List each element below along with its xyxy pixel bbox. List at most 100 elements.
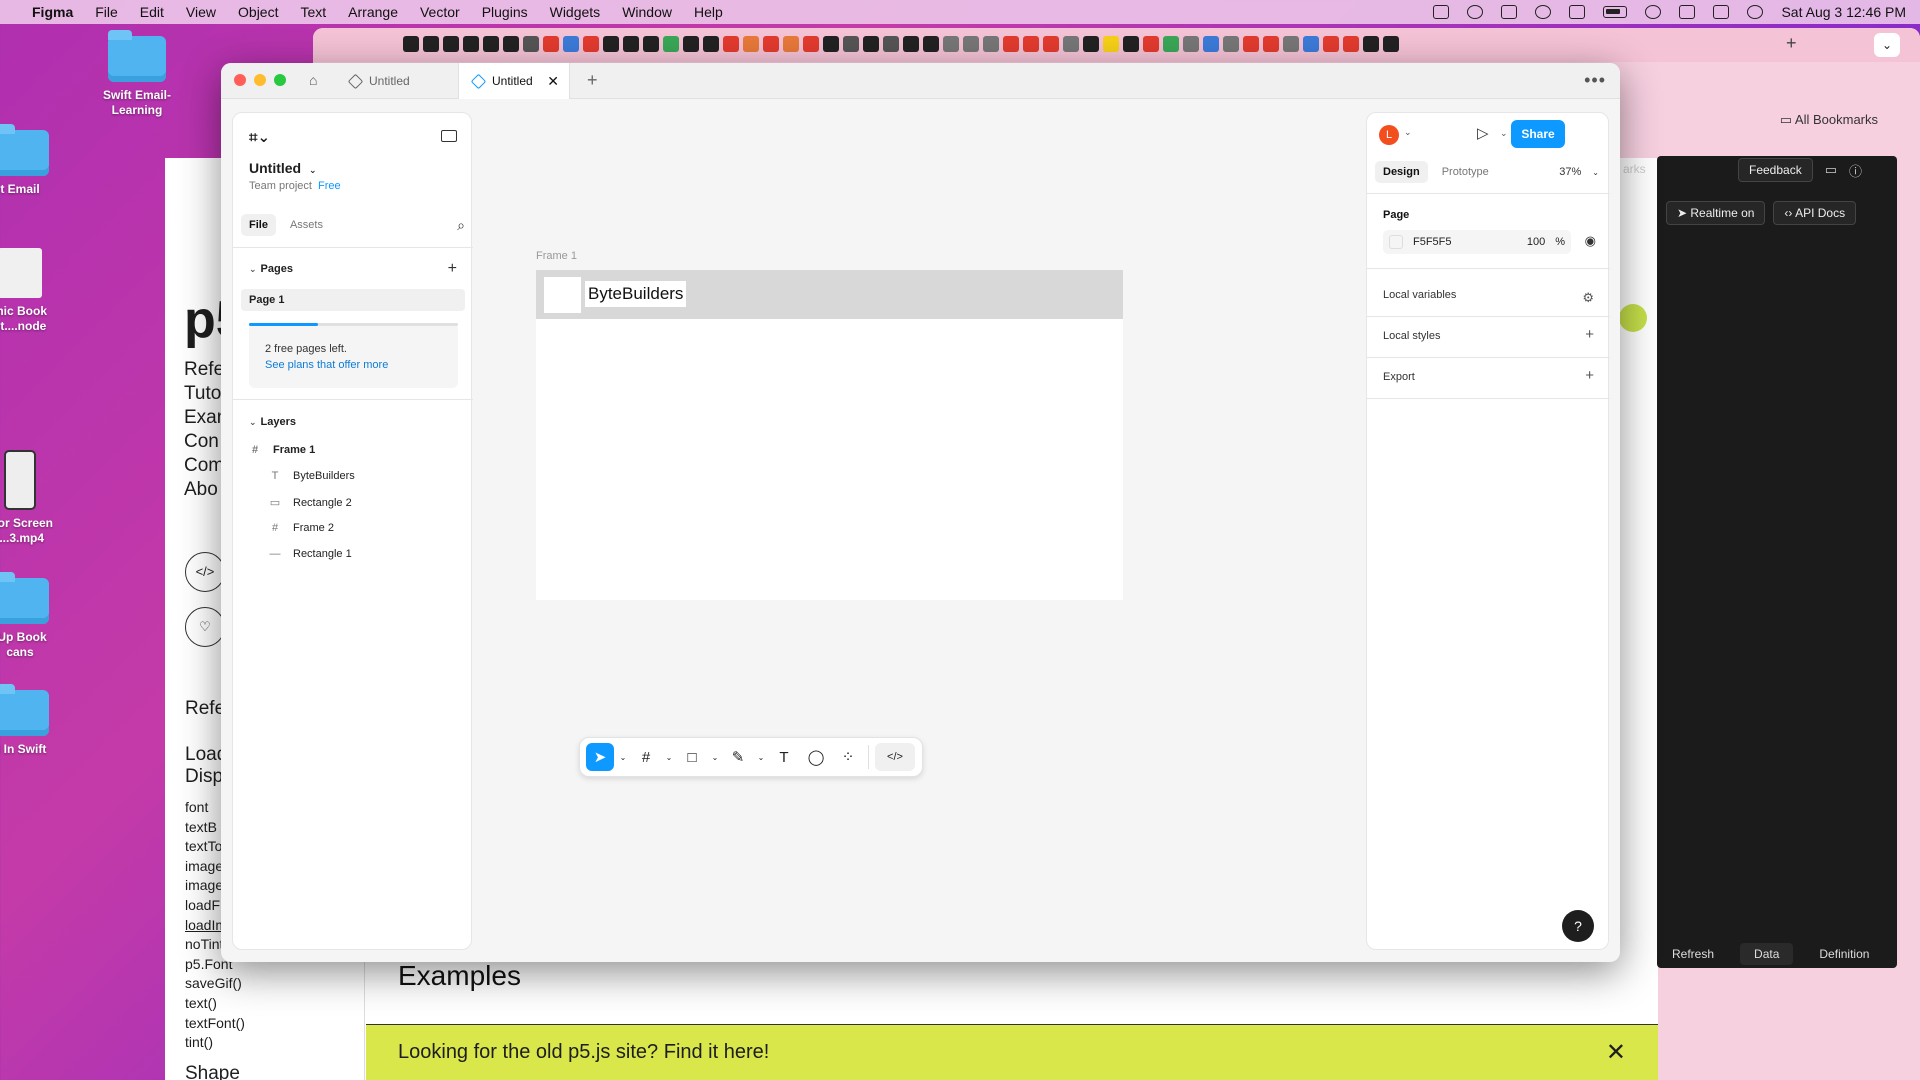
realtime-button[interactable]: ➤ Realtime on bbox=[1666, 201, 1766, 225]
menu-window[interactable]: Window bbox=[622, 4, 672, 20]
function-link[interactable]: tint() bbox=[185, 1033, 245, 1053]
pinned-tab-favicon-icon[interactable] bbox=[823, 36, 839, 52]
shape-tool-dropdown[interactable]: ⌄ bbox=[710, 743, 720, 771]
page-color-field[interactable]: F5F5F5 100 % bbox=[1383, 230, 1571, 254]
all-bookmarks[interactable]: ▭ All Bookmarks bbox=[1780, 112, 1878, 128]
pinned-tab-favicon-icon[interactable] bbox=[663, 36, 679, 52]
desktop-folder-popup-book[interactable]: -Up Book cans bbox=[0, 572, 80, 660]
pinned-tab-favicon-icon[interactable] bbox=[1063, 36, 1079, 52]
tab-assets[interactable]: Assets bbox=[282, 214, 331, 236]
actions-tool[interactable]: ⁘ bbox=[834, 743, 862, 771]
project-name[interactable]: Team project bbox=[249, 180, 312, 192]
menu-view[interactable]: View bbox=[186, 4, 216, 20]
close-window-button[interactable] bbox=[234, 74, 246, 86]
pinned-tab-favicon-icon[interactable] bbox=[523, 36, 539, 52]
api-docs-button[interactable]: ‹› API Docs bbox=[1773, 201, 1857, 225]
function-link[interactable]: saveGif() bbox=[185, 974, 245, 994]
close-tab-icon[interactable]: ✕ bbox=[547, 73, 559, 90]
figma-tab-active[interactable]: Untitled ✕ bbox=[458, 63, 570, 99]
layers-status-icon[interactable] bbox=[1501, 5, 1518, 19]
pinned-tab-favicon-icon[interactable] bbox=[963, 36, 979, 52]
move-tool-dropdown[interactable]: ⌄ bbox=[618, 743, 628, 771]
minimize-window-button[interactable] bbox=[254, 74, 266, 86]
creative-cloud-icon[interactable] bbox=[1467, 5, 1484, 19]
pinned-tab-favicon-icon[interactable] bbox=[1343, 36, 1359, 52]
pinned-tab-favicon-icon[interactable] bbox=[1083, 36, 1099, 52]
pinned-tab-favicon-icon[interactable] bbox=[1263, 36, 1279, 52]
pinned-tab-favicon-icon[interactable] bbox=[483, 36, 499, 52]
layer-row[interactable]: ▭ Rectangle 2 bbox=[269, 496, 352, 510]
help-circle-icon[interactable]: ⓘ bbox=[1849, 161, 1862, 180]
add-style-icon[interactable]: + bbox=[1585, 326, 1594, 343]
opacity-field[interactable]: 100 % bbox=[1527, 236, 1565, 248]
screen-share-icon[interactable] bbox=[1569, 5, 1586, 19]
plan-badge[interactable]: Free bbox=[318, 180, 341, 192]
present-icon[interactable]: ▷ bbox=[1477, 124, 1489, 142]
header-text[interactable]: ByteBuilders bbox=[585, 281, 687, 307]
share-button[interactable]: Share bbox=[1511, 120, 1565, 148]
pinned-tab-favicon-icon[interactable] bbox=[1243, 36, 1259, 52]
frame-tool-dropdown[interactable]: ⌄ bbox=[664, 743, 674, 771]
menu-vector[interactable]: Vector bbox=[420, 4, 460, 20]
definition-tab[interactable]: Definition bbox=[1819, 947, 1869, 961]
desktop-folder-email[interactable]: t Email bbox=[0, 124, 80, 197]
pinned-tab-favicon-icon[interactable] bbox=[643, 36, 659, 52]
pinned-tab-favicon-icon[interactable] bbox=[423, 36, 439, 52]
data-tab[interactable]: Data bbox=[1740, 943, 1794, 965]
add-page-icon[interactable]: + bbox=[448, 260, 457, 278]
frame-tool[interactable]: # bbox=[632, 743, 660, 771]
menu-object[interactable]: Object bbox=[238, 4, 278, 20]
shape-tool[interactable]: □ bbox=[678, 743, 706, 771]
export-heading[interactable]: Export bbox=[1383, 371, 1415, 383]
function-link[interactable]: text() bbox=[185, 994, 245, 1014]
pinned-tab-favicon-icon[interactable] bbox=[943, 36, 959, 52]
layer-row[interactable]: — Rectangle 1 bbox=[269, 548, 352, 560]
close-banner-icon[interactable]: ✕ bbox=[1606, 1038, 1626, 1067]
move-tool[interactable]: ➤ bbox=[586, 743, 614, 771]
pinned-tab-favicon-icon[interactable] bbox=[1003, 36, 1019, 52]
chevron-down-icon[interactable]: ⌄ bbox=[1404, 127, 1412, 138]
pinned-tab-favicon-icon[interactable] bbox=[623, 36, 639, 52]
siri-icon[interactable] bbox=[1747, 5, 1764, 19]
layer-row[interactable]: T ByteBuilders bbox=[269, 470, 355, 482]
function-link[interactable]: textFont() bbox=[185, 1014, 245, 1034]
frame-label[interactable]: Frame 1 bbox=[536, 250, 577, 262]
pinned-tab-favicon-icon[interactable] bbox=[783, 36, 799, 52]
pinned-tab-favicon-icon[interactable] bbox=[703, 36, 719, 52]
pages-section[interactable]: ⌄ Pages bbox=[249, 263, 293, 275]
help-button[interactable]: ? bbox=[1562, 910, 1594, 942]
pinned-tab-favicon-icon[interactable] bbox=[863, 36, 879, 52]
desktop-file-comic-book[interactable]: mic Book st....node bbox=[0, 248, 80, 334]
menu-text[interactable]: Text bbox=[300, 4, 326, 20]
pinned-tab-favicon-icon[interactable] bbox=[443, 36, 459, 52]
tab-prototype[interactable]: Prototype bbox=[1434, 161, 1497, 183]
pinned-tab-favicon-icon[interactable] bbox=[683, 36, 699, 52]
zoom-window-button[interactable] bbox=[274, 74, 286, 86]
pinned-tab-favicon-icon[interactable] bbox=[403, 36, 419, 52]
clock[interactable]: Sat Aug 3 12:46 PM bbox=[1781, 4, 1906, 20]
tab-search-icon[interactable]: ⌄ bbox=[1874, 33, 1900, 57]
control-center-icon[interactable] bbox=[1713, 5, 1730, 19]
text-tool[interactable]: T bbox=[770, 743, 798, 771]
battery-icon[interactable] bbox=[1603, 6, 1628, 18]
page-color-hex[interactable]: F5F5F5 bbox=[1413, 236, 1452, 248]
feedback-button[interactable]: Feedback bbox=[1738, 158, 1813, 182]
pinned-tab-favicon-icon[interactable] bbox=[1123, 36, 1139, 52]
pinned-tab-favicon-icon[interactable] bbox=[1023, 36, 1039, 52]
play-status-icon[interactable] bbox=[1535, 5, 1552, 19]
inbox-icon[interactable]: ▭ bbox=[1825, 162, 1837, 178]
pinned-tab-favicon-icon[interactable] bbox=[883, 36, 899, 52]
eye-icon[interactable]: ◉ bbox=[1585, 233, 1596, 249]
banner-text[interactable]: Looking for the old p5.js site? Find it … bbox=[398, 1041, 769, 1064]
new-tab-icon[interactable]: + bbox=[1786, 33, 1797, 54]
pinned-tab-favicon-icon[interactable] bbox=[1383, 36, 1399, 52]
rectangle-placeholder[interactable] bbox=[544, 277, 581, 313]
add-export-icon[interactable]: + bbox=[1585, 367, 1594, 384]
local-variables[interactable]: Local variables bbox=[1383, 289, 1456, 301]
layers-section[interactable]: ⌄ Layers bbox=[249, 416, 296, 428]
layer-row[interactable]: # Frame 1 bbox=[249, 444, 315, 456]
more-options-icon[interactable]: ••• bbox=[1584, 70, 1606, 91]
menu-help[interactable]: Help bbox=[694, 4, 723, 20]
pinned-tab-favicon-icon[interactable] bbox=[923, 36, 939, 52]
figma-status-icon[interactable] bbox=[1433, 5, 1450, 19]
